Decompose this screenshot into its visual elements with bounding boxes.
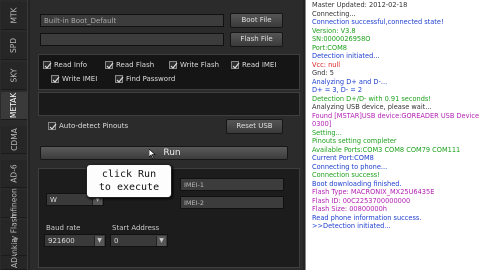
log-line: Pinouts setting completer (312, 137, 397, 145)
tab-ad[interactable]: AD (1, 256, 27, 270)
flash-file-field[interactable] (40, 33, 224, 46)
checkbox-checked-icon (43, 61, 52, 69)
run-button[interactable]: Run (40, 146, 288, 160)
log-line: Analyzing USB device, please wait... (312, 103, 432, 111)
baud-rate-label: Baud rate (46, 224, 81, 232)
read-imei-checkbox[interactable]: Read IMEI (231, 61, 276, 69)
log-line: Flash ID: 00C2253700000000 (312, 196, 411, 205)
tab-spd[interactable]: SPD (1, 32, 27, 60)
read-flash-label: Read Flash (116, 61, 155, 69)
log-line: Read phone information success. (312, 213, 422, 222)
options-group: Read Info Read Flash Write Flash Read IM… (38, 54, 300, 90)
log-line: Version: V3.8 (312, 26, 356, 35)
log-line: Connecting... (312, 9, 356, 18)
imei1-field[interactable]: IMEI-1 (180, 178, 284, 191)
log-line: Connecting to phone... (312, 162, 388, 171)
checkbox-checked-icon (169, 61, 178, 69)
imei2-field[interactable]: IMEI-2 (180, 196, 284, 209)
chevron-down-icon: ▼ (156, 236, 166, 246)
log-line: Connection successful,connected state! (312, 18, 444, 26)
log-line: Gnd: 5 (312, 69, 334, 77)
vertical-tab-strip: MTK SPD SKY METAK CDMA AD-6 Infineon Eas… (0, 0, 28, 270)
log-line: Master Updated: 2012-02-18 (312, 1, 408, 9)
checkbox-checked-icon (105, 61, 114, 69)
write-imei-checkbox[interactable]: Write IMEI (51, 75, 97, 83)
checkbox-checked-icon (115, 75, 124, 83)
app-window: MTK SPD SKY METAK CDMA AD-6 Infineon Eas… (0, 0, 480, 270)
checkbox-checked-icon (231, 61, 240, 69)
auto-detect-checkbox[interactable]: Auto-detect Pinouts (48, 122, 128, 130)
small-select-value: W (50, 196, 57, 204)
reset-usb-button[interactable]: Reset USB (226, 119, 283, 134)
write-flash-label: Write Flash (180, 61, 220, 69)
boot-file-field[interactable]: Built-in Boot_Default (40, 14, 224, 27)
write-flash-checkbox[interactable]: Write Flash (169, 61, 219, 69)
tab-mtk[interactable]: MTK (1, 2, 27, 30)
baud-rate-select[interactable]: 921600 ▼ (44, 234, 106, 247)
log-line: 0300] (312, 120, 332, 128)
checkbox-checked-icon (51, 75, 60, 83)
read-imei-label: Read IMEI (242, 61, 277, 69)
auto-detect-label: Auto-detect Pinouts (59, 122, 129, 130)
read-flash-checkbox[interactable]: Read Flash (105, 61, 154, 69)
log-line: Flash Type: MACRONIX_MX25U6435E (312, 188, 435, 196)
start-address-select[interactable]: 0 ▼ (110, 234, 168, 247)
log-line: SN:0000026958O (312, 35, 371, 43)
log-panel[interactable]: Master Updated: 2012-02-18 Connecting... C… (305, 0, 480, 270)
tooltip-line-1: click Run (101, 169, 157, 180)
main-panel: Built-in Boot_Default Boot File Flash Fi… (30, 0, 303, 270)
tab-ad-6[interactable]: AD-6 (1, 160, 27, 188)
read-info-label: Read Info (54, 61, 88, 69)
log-line: Detection initiated... (312, 52, 380, 60)
log-line: Setting... (312, 128, 342, 137)
log-line: D+ = 3, D- = 2 (312, 86, 363, 94)
run-label: Run (163, 148, 181, 158)
tab-metak[interactable]: METAK (1, 92, 27, 120)
log-line: Boot downloading finished. (312, 179, 402, 188)
tab-sky[interactable]: SKY (1, 62, 27, 90)
run-tooltip: click Run to execute (86, 164, 172, 198)
read-info-checkbox[interactable]: Read Info (43, 61, 87, 69)
start-address-value: 0 (114, 237, 119, 245)
log-line: Detection D+/D- with 0.91 seconds! (312, 94, 431, 103)
cursor-pointer-icon (148, 148, 157, 163)
log-line: Flash Size: 00800000h (312, 205, 387, 213)
find-password-label: Find Password (126, 75, 176, 83)
baud-rate-value: 921600 (48, 237, 75, 245)
log-line: Available Ports:COM3 COM8 COM79 COM111 (312, 145, 461, 154)
start-address-label: Start Address (112, 224, 160, 232)
write-imei-label: Write IMEI (62, 75, 98, 83)
log-line: Vcc: null (312, 60, 341, 69)
flash-file-button[interactable]: Flash File (230, 32, 283, 47)
chevron-down-icon: ▼ (94, 236, 104, 246)
tooltip-line-2: to execute (98, 182, 160, 193)
checkbox-checked-icon (48, 122, 57, 130)
blank-panel (38, 92, 300, 116)
tab-ankia[interactable]: Ankia (1, 238, 27, 259)
log-line: Found [MSTAR]USB device:GOREADER USB Dev… (312, 111, 480, 120)
log-line: Connection success! (312, 171, 380, 179)
log-line: Port:COM8 (312, 43, 347, 52)
log-line: Analyzing D+ and D-... (312, 77, 388, 86)
tab-cdma[interactable]: CDMA (1, 126, 27, 154)
boot-file-button[interactable]: Boot File (230, 13, 283, 28)
log-line: >>Detection initiated... (312, 222, 391, 230)
find-password-checkbox[interactable]: Find Password (115, 75, 175, 83)
log-line: Current Port:COM8 (312, 154, 374, 162)
